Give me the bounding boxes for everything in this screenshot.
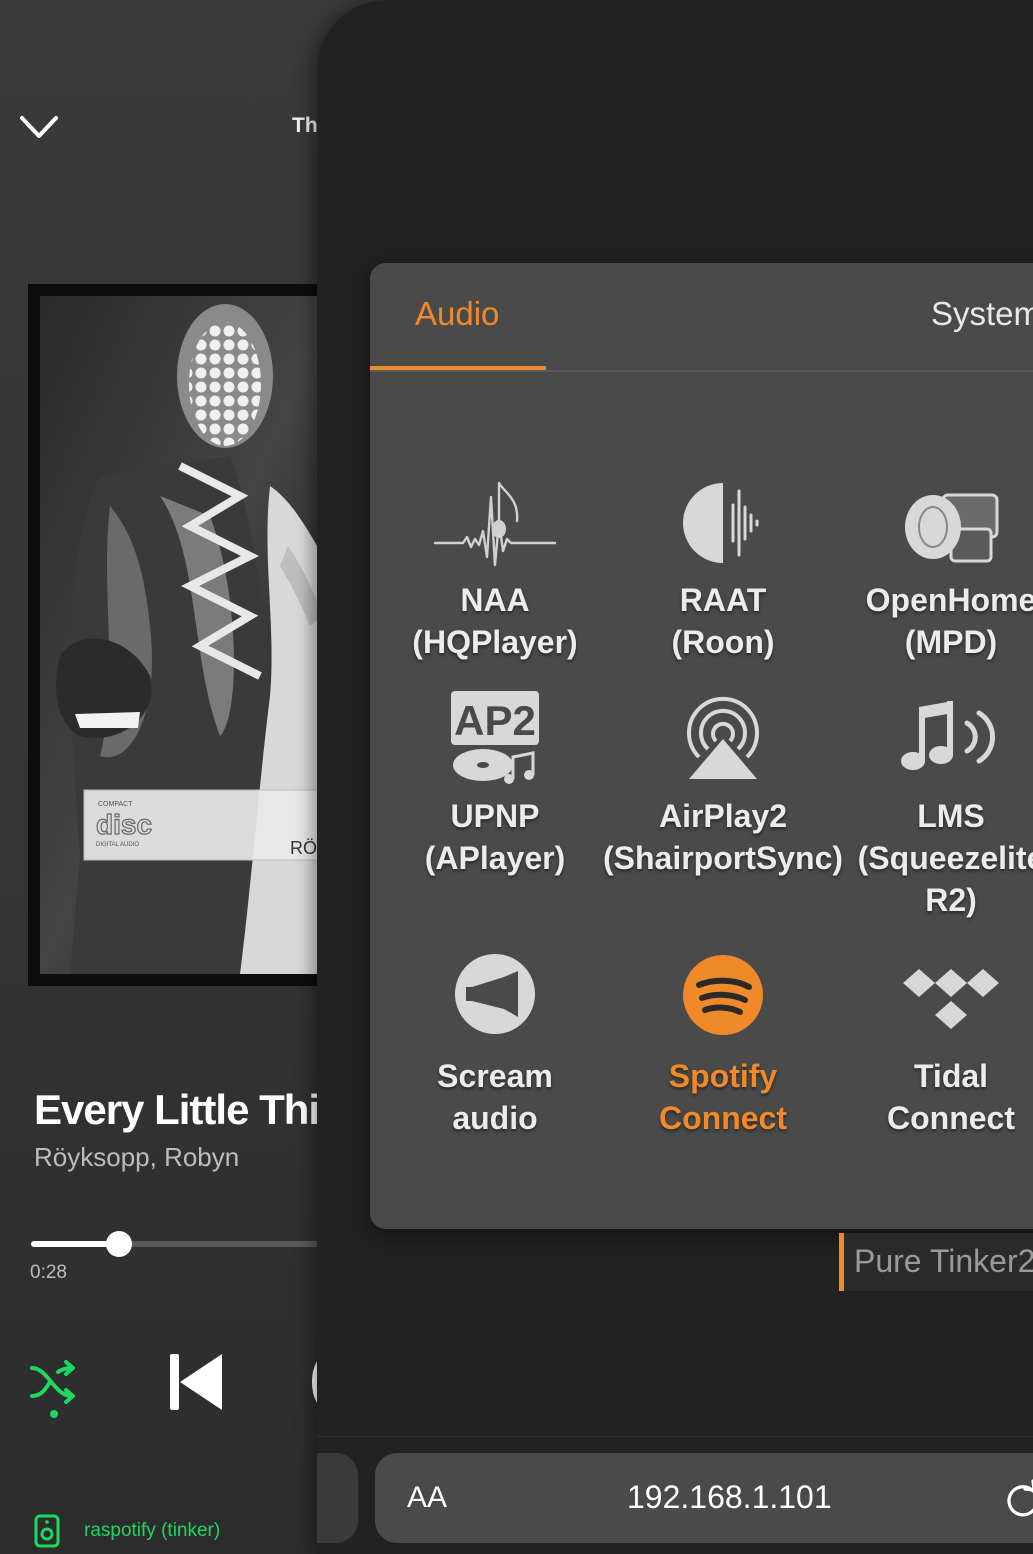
tidal-icon bbox=[903, 969, 999, 1029]
renderer-upnp[interactable]: AP2 UPNP (APlayer) bbox=[381, 689, 609, 909]
shuffle-icon[interactable] bbox=[28, 1358, 80, 1420]
tab-audio[interactable]: Audio bbox=[415, 295, 499, 333]
airplay-icon bbox=[687, 697, 759, 779]
text-size-button[interactable]: AA bbox=[407, 1481, 447, 1515]
toolbar-divider bbox=[317, 1436, 1033, 1437]
renderer-openhome-line2: (MPD) bbox=[904, 624, 998, 660]
cd-logo-small-bottom: DIGITAL AUDIO bbox=[96, 842, 139, 848]
renderer-tidal-line2: Connect bbox=[887, 1100, 1015, 1136]
renderer-openhome[interactable]: OpenHome (MPD) bbox=[837, 477, 1033, 667]
naa-waveform-icon bbox=[433, 481, 557, 567]
speaker-device-icon bbox=[34, 1514, 60, 1548]
upnp-icon-text: AP2 bbox=[454, 697, 536, 744]
renderer-tidal-connect[interactable]: Tidal Connect bbox=[837, 963, 1033, 1163]
previous-track-icon[interactable] bbox=[168, 1352, 224, 1412]
renderer-lms-line2: (Squeezelite bbox=[857, 840, 1033, 876]
renderer-lms[interactable]: LMS (Squeezelite R2) bbox=[837, 699, 1033, 929]
address-bar[interactable]: AA 192.168.1.101 bbox=[375, 1453, 1033, 1543]
browser-window: Audio System NAA (HQPlayer) RAAT (Roon) … bbox=[317, 0, 1033, 1554]
renderer-airplay[interactable]: AirPlay2 (ShairportSync) bbox=[603, 695, 843, 915]
connected-device[interactable]: raspotify (tinker) bbox=[34, 1514, 220, 1548]
playing-from-title: Th bbox=[292, 114, 318, 137]
roon-raat-icon bbox=[683, 483, 759, 563]
renderer-settings-panel: Audio System NAA (HQPlayer) RAAT (Roon) … bbox=[370, 263, 1033, 1229]
chevron-down-icon[interactable] bbox=[18, 110, 60, 144]
reload-icon[interactable] bbox=[1003, 1479, 1033, 1519]
renderer-scream[interactable]: Scream audio bbox=[381, 951, 609, 1151]
renderer-openhome-line1: OpenHome bbox=[865, 582, 1033, 618]
album-art: COMPACT disc DIGITAL AUDIO D RÖY bbox=[28, 284, 348, 986]
screen: Th COMPACT disc DIGITAL AUDIO RÖY Every … bbox=[0, 0, 1033, 1554]
track-title: Every Little Thi bbox=[34, 1086, 320, 1133]
tab-system[interactable]: System bbox=[931, 295, 1033, 333]
album-cover-image: COMPACT disc DIGITAL AUDIO D RÖY bbox=[40, 296, 336, 974]
scream-megaphone-icon bbox=[455, 954, 535, 1034]
previous-tab-edge[interactable] bbox=[317, 1453, 358, 1543]
renderer-spotify-connect[interactable]: Spotify Connect bbox=[609, 951, 837, 1151]
renderer-lms-line3: R2) bbox=[925, 882, 977, 918]
progress-thumb[interactable] bbox=[106, 1231, 133, 1257]
cd-logo-text: disc bbox=[96, 809, 152, 840]
cd-logo-small-top: COMPACT bbox=[98, 801, 133, 808]
host-label: Pure Tinker2 bbox=[839, 1233, 1033, 1291]
host-label-text: Pure Tinker2 bbox=[854, 1243, 1033, 1279]
settings-tabbar: Audio System bbox=[370, 263, 1033, 372]
spotify-icon bbox=[683, 955, 763, 1035]
openhome-speakers-icon bbox=[905, 493, 999, 563]
renderer-tidal-line1: Tidal bbox=[913, 1058, 989, 1094]
upnp-ap2-icon: AP2 bbox=[451, 691, 539, 784]
text-size-label: AA bbox=[407, 1481, 448, 1514]
renderer-lms-line1: LMS bbox=[917, 798, 985, 834]
elapsed-time: 0:28 bbox=[30, 1262, 67, 1283]
renderer-naa[interactable]: NAA (HQPlayer) bbox=[381, 477, 609, 667]
renderer-raat[interactable]: RAAT (Roon) bbox=[609, 477, 837, 667]
track-artists[interactable]: Röyksopp, Robyn bbox=[34, 1142, 239, 1173]
lms-music-note-icon bbox=[901, 701, 996, 770]
url-text[interactable]: 192.168.1.101 bbox=[627, 1479, 832, 1516]
device-name: raspotify (tinker) bbox=[84, 1520, 221, 1541]
active-tab-indicator bbox=[370, 366, 546, 370]
